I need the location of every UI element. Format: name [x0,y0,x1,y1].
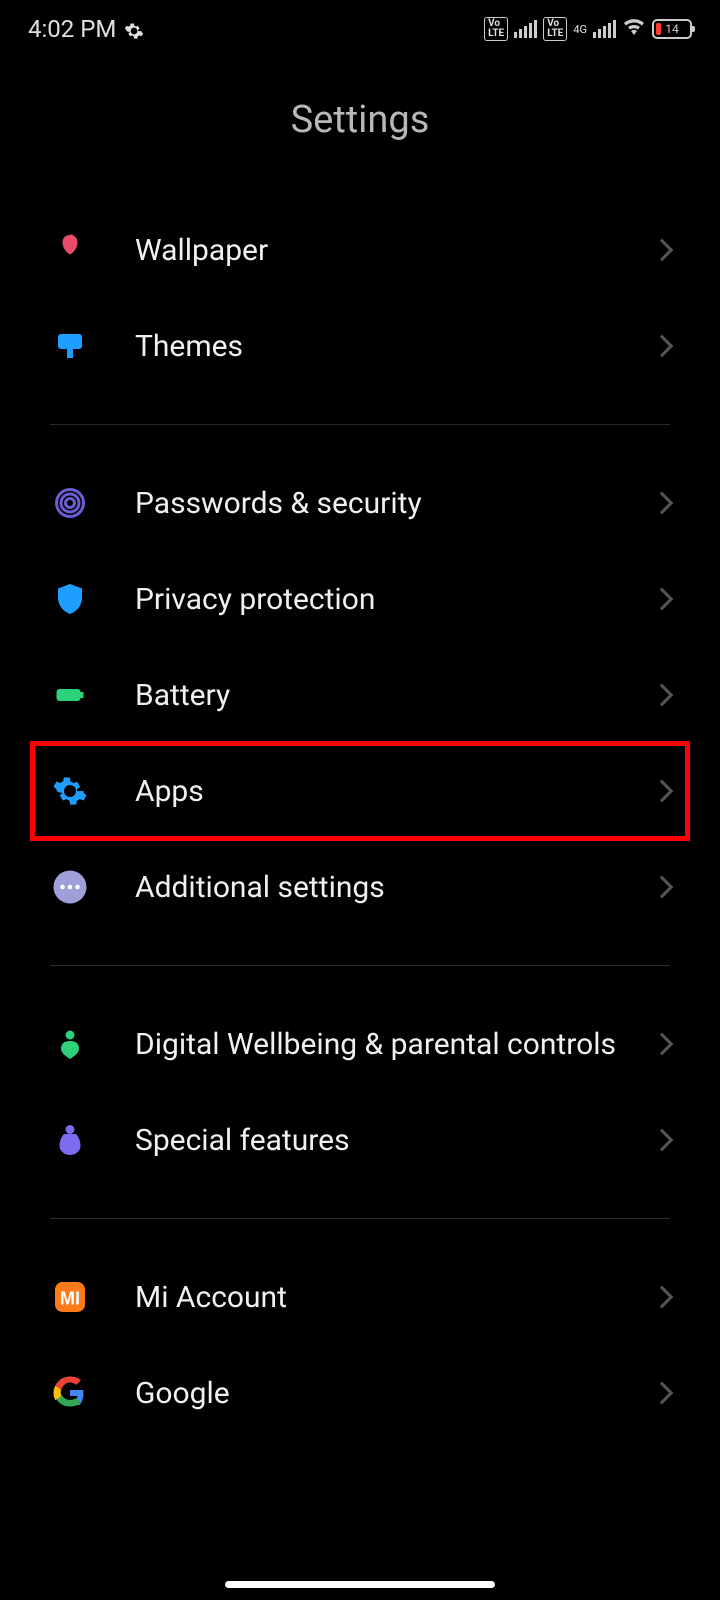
volte-icon-2: VoLTE [543,17,567,41]
item-label: Passwords & security [135,484,654,523]
chevron-right-icon [651,1129,674,1152]
item-wallpaper[interactable]: Wallpaper [0,202,720,298]
battery-icon: 14 [652,19,692,39]
wallpaper-icon [50,230,90,270]
item-label: Privacy protection [135,580,654,619]
apps-gear-icon [50,771,90,811]
page-title: Settings [0,98,720,142]
item-label: Battery [135,676,654,715]
volte-icon: VoLTE [484,17,508,41]
item-additional-settings[interactable]: Additional settings [0,839,720,935]
chevron-right-icon [651,588,674,611]
chevron-right-icon [651,239,674,262]
status-right: VoLTE VoLTE 4G 14 [484,15,692,43]
network-type: 4G [573,24,587,35]
battery-level: 14 [654,22,690,36]
chevron-right-icon [651,335,674,358]
chevron-right-icon [651,1033,674,1056]
chevron-right-icon [651,492,674,515]
chevron-right-icon [651,780,674,803]
item-passwords-security[interactable]: Passwords & security [0,455,720,551]
signal-icon [514,20,537,38]
item-digital-wellbeing-parental-controls[interactable]: Digital Wellbeing & parental controls [0,996,720,1092]
item-label: Apps [135,772,654,811]
status-left: 4:02 PM [28,15,144,43]
item-themes[interactable]: Themes [0,298,720,394]
status-time: 4:02 PM [28,15,116,43]
chevron-right-icon [651,684,674,707]
mi-icon: MI [50,1277,90,1317]
google-icon [50,1373,90,1413]
item-label: Digital Wellbeing & parental controls [135,1025,654,1064]
flask-icon [50,1120,90,1160]
settings-running-icon [124,19,144,39]
item-label: Mi Account [135,1278,654,1317]
wifi-icon [622,15,646,43]
svg-text:MI: MI [60,1289,80,1309]
shield-icon [50,579,90,619]
item-battery[interactable]: Battery [0,647,720,743]
item-label: Wallpaper [135,231,654,270]
dots-icon [50,867,90,907]
item-mi-account[interactable]: MI Mi Account [0,1249,720,1345]
item-label: Special features [135,1121,654,1160]
item-label: Additional settings [135,868,654,907]
battery-icon [50,675,90,715]
divider [50,424,670,425]
chevron-right-icon [651,1286,674,1309]
item-google[interactable]: Google [0,1345,720,1441]
item-special-features[interactable]: Special features [0,1092,720,1188]
divider [50,1218,670,1219]
signal-icon-2 [593,20,616,38]
status-bar: 4:02 PM VoLTE VoLTE 4G 14 [0,0,720,58]
chevron-right-icon [651,1382,674,1405]
chevron-right-icon [651,876,674,899]
item-apps[interactable]: Apps [0,743,720,839]
settings-list: Wallpaper Themes Passwords & security Priva… [0,202,720,1441]
item-label: Themes [135,327,654,366]
item-label: Google [135,1374,654,1413]
wellbeing-icon [50,1024,90,1064]
fingerprint-icon [50,483,90,523]
divider [50,965,670,966]
themes-icon [50,326,90,366]
navigation-handle[interactable] [225,1581,495,1588]
item-privacy-protection[interactable]: Privacy protection [0,551,720,647]
